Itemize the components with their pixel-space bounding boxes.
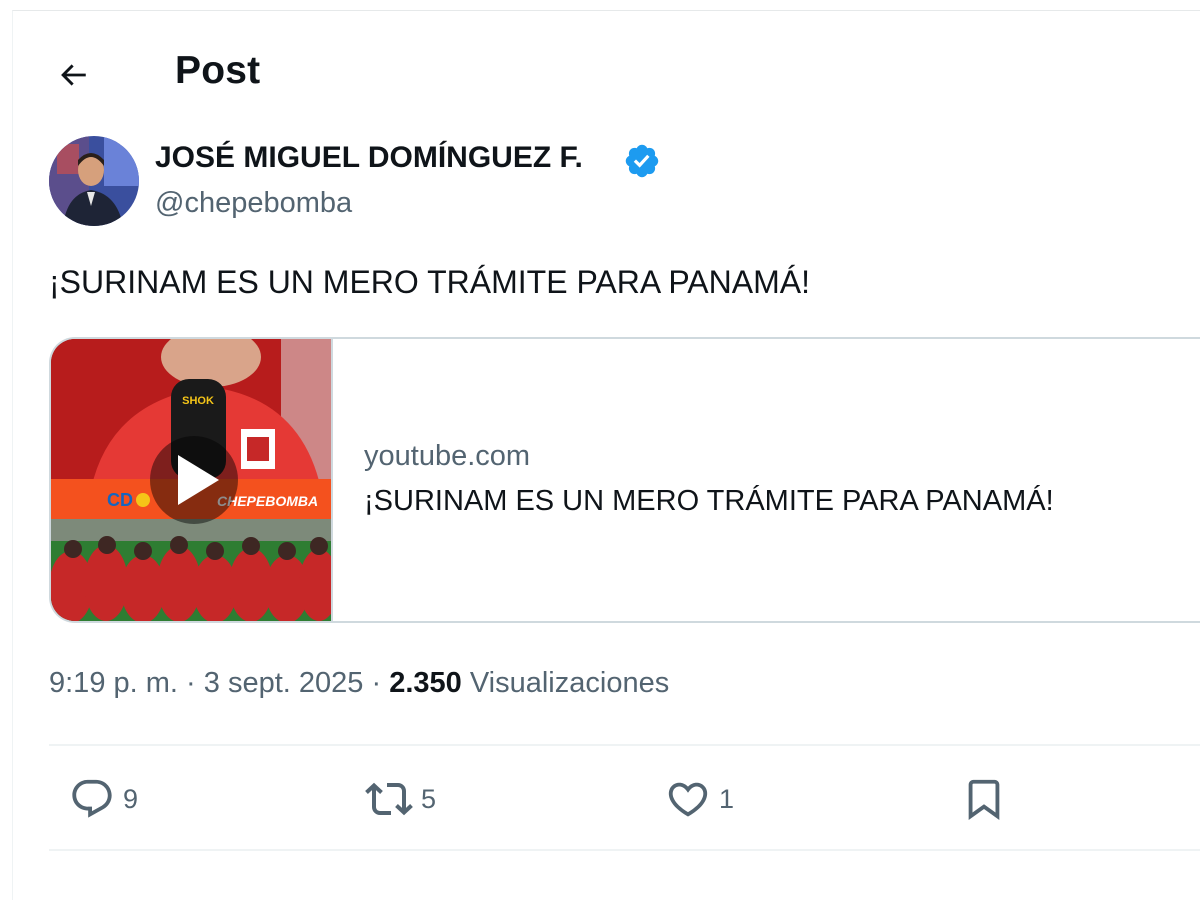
verified-badge-icon — [625, 144, 659, 178]
card-logo-text: CD — [107, 490, 133, 510]
repost-button[interactable]: 5 — [365, 769, 436, 829]
meta-separator: · — [186, 667, 196, 699]
like-button[interactable]: 1 — [665, 769, 734, 829]
reply-count: 9 — [123, 783, 139, 814]
arrow-left-icon — [61, 64, 86, 86]
card-domain: youtube.com — [364, 440, 531, 472]
page-title: Post — [175, 49, 261, 92]
bookmark-icon — [968, 779, 1000, 820]
mic-logo-text: SHOK — [182, 395, 214, 407]
author-handle[interactable]: @chepebomba — [155, 187, 352, 220]
post-meta: 9:19 p. m. · 3 sept. 2025 · 2.350 Visual… — [49, 667, 669, 700]
repost-count: 5 — [421, 783, 437, 814]
bookmark-button[interactable] — [961, 769, 1007, 829]
back-button[interactable] — [49, 51, 97, 99]
action-bar: 9 5 1 — [49, 769, 1199, 829]
reply-icon — [72, 779, 112, 818]
page-header: Post — [13, 11, 1200, 131]
divider-top — [49, 744, 1200, 746]
reply-button[interactable]: 9 — [69, 769, 138, 829]
meta-separator-2: · — [371, 667, 382, 699]
repost-icon — [365, 782, 413, 816]
avatar[interactable] — [49, 136, 139, 226]
post-time: 9:19 p. m. — [49, 667, 178, 699]
post-text: ¡SURINAM ES UN MERO TRÁMITE PARA PANAMÁ! — [49, 264, 810, 300]
like-count: 1 — [719, 783, 735, 814]
play-icon[interactable] — [150, 436, 238, 524]
post-page: Post JOSÉ MIGUEL DOMÍNGUEZ F. @chepebomb… — [12, 10, 1200, 900]
post-date: 3 sept. 2025 — [203, 667, 364, 699]
link-card[interactable]: SHOK CD CHEPEBOMBA youtube.com ¡SURINAM … — [49, 337, 1200, 623]
author-name[interactable]: JOSÉ MIGUEL DOMÍNGUEZ F. — [155, 141, 583, 175]
views-label: Visualizaciones — [469, 667, 670, 699]
card-title: ¡SURINAM ES UN MERO TRÁMITE PARA PANAMÁ! — [364, 485, 1054, 517]
views-count: 2.350 — [389, 667, 462, 699]
post-time-link[interactable]: 9:19 p. m. · 3 sept. 2025 — [49, 667, 363, 699]
divider-bottom — [49, 849, 1200, 851]
card-thumbnail[interactable]: SHOK CD CHEPEBOMBA — [51, 339, 333, 621]
heart-icon — [668, 782, 708, 817]
